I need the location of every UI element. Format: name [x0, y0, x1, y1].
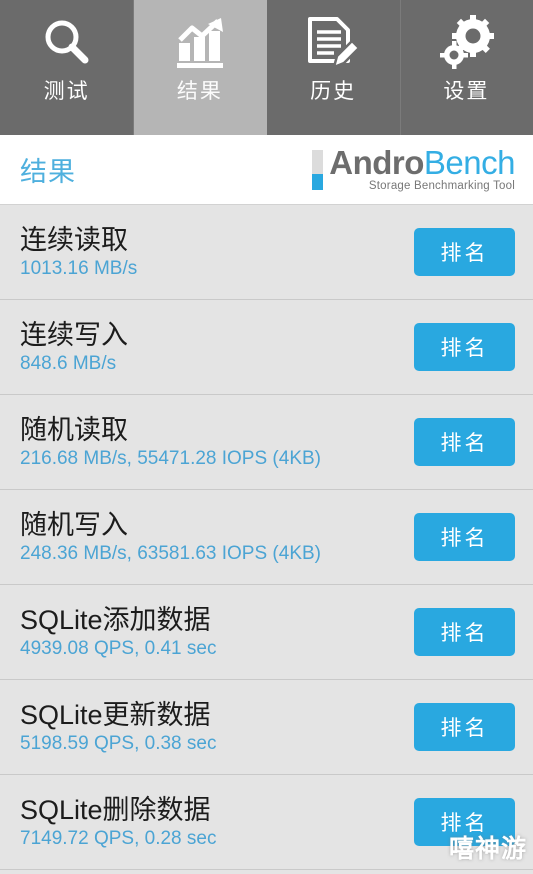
tab-settings[interactable]: 设置 [399, 0, 533, 135]
result-value: 5198.59 QPS, 0.38 sec [20, 732, 217, 754]
logo-word-secondary: Bench [423, 143, 516, 181]
logo-bar-icon [312, 149, 324, 190]
page-title: 结果 [20, 157, 76, 187]
tab-settings-label: 设置 [443, 80, 490, 103]
rank-button[interactable]: 排名 [414, 323, 515, 371]
result-label: 连续读取 [20, 224, 128, 255]
result-row[interactable]: 随机读取 216.68 MB/s, 55471.28 IOPS (4KB) 排名 [0, 395, 533, 490]
androbench-logo: AndroBench Storage Benchmarking Tool [312, 143, 516, 193]
result-row[interactable]: SQLite添加数据 4939.08 QPS, 0.41 sec 排名 [0, 585, 533, 680]
tab-test-label: 测试 [43, 80, 90, 103]
results-list: 连续读取 1013.16 MB/s 排名 连续写入 848.6 MB/s 排名 … [0, 205, 533, 870]
tab-results[interactable]: 结果 [133, 0, 267, 135]
page-header: 结果 AndroBench Storage Benchmarking Tool [0, 135, 533, 205]
result-row[interactable]: SQLite更新数据 5198.59 QPS, 0.38 sec 排名 [0, 680, 533, 775]
tab-results-label: 结果 [176, 80, 223, 103]
result-label: 随机读取 [20, 414, 128, 445]
logo-word-primary: Andro [329, 143, 424, 181]
result-value: 216.68 MB/s, 55471.28 IOPS (4KB) [20, 447, 322, 469]
result-row[interactable]: SQLite删除数据 7149.72 QPS, 0.28 sec 排名 嘻神游 [0, 775, 533, 870]
result-row[interactable]: 连续读取 1013.16 MB/s 排名 [0, 205, 533, 300]
result-label: SQLite删除数据 [20, 794, 211, 825]
search-icon [36, 13, 98, 75]
result-value: 7149.72 QPS, 0.28 sec [20, 827, 217, 849]
result-value: 4939.08 QPS, 0.41 sec [20, 637, 217, 659]
result-row[interactable]: 连续写入 848.6 MB/s 排名 [0, 300, 533, 395]
result-value: 848.6 MB/s [20, 352, 117, 374]
gears-icon [435, 13, 497, 75]
rank-button[interactable]: 排名 [414, 703, 515, 751]
bar-chart-arrow-icon [169, 13, 231, 75]
tab-history[interactable]: 历史 [266, 0, 400, 135]
document-pencil-icon [302, 13, 364, 75]
rank-button[interactable]: 排名 [414, 513, 515, 561]
result-label: 随机写入 [20, 509, 128, 540]
result-label: 连续写入 [20, 319, 128, 350]
logo-subtitle: Storage Benchmarking Tool [368, 180, 515, 193]
tab-history-label: 历史 [310, 80, 357, 103]
tab-test[interactable]: 测试 [0, 0, 134, 135]
rank-button[interactable]: 排名 [414, 418, 515, 466]
result-value: 248.36 MB/s, 63581.63 IOPS (4KB) [20, 542, 322, 564]
rank-button[interactable]: 排名 [414, 798, 515, 846]
result-label: SQLite更新数据 [20, 699, 211, 730]
rank-button[interactable]: 排名 [414, 228, 515, 276]
result-row[interactable]: 随机写入 248.36 MB/s, 63581.63 IOPS (4KB) 排名 [0, 490, 533, 585]
rank-button[interactable]: 排名 [414, 608, 515, 656]
result-label: SQLite添加数据 [20, 604, 211, 635]
result-value: 1013.16 MB/s [20, 257, 138, 279]
top-tab-bar: 测试 结果 历史 设置 [0, 0, 533, 135]
